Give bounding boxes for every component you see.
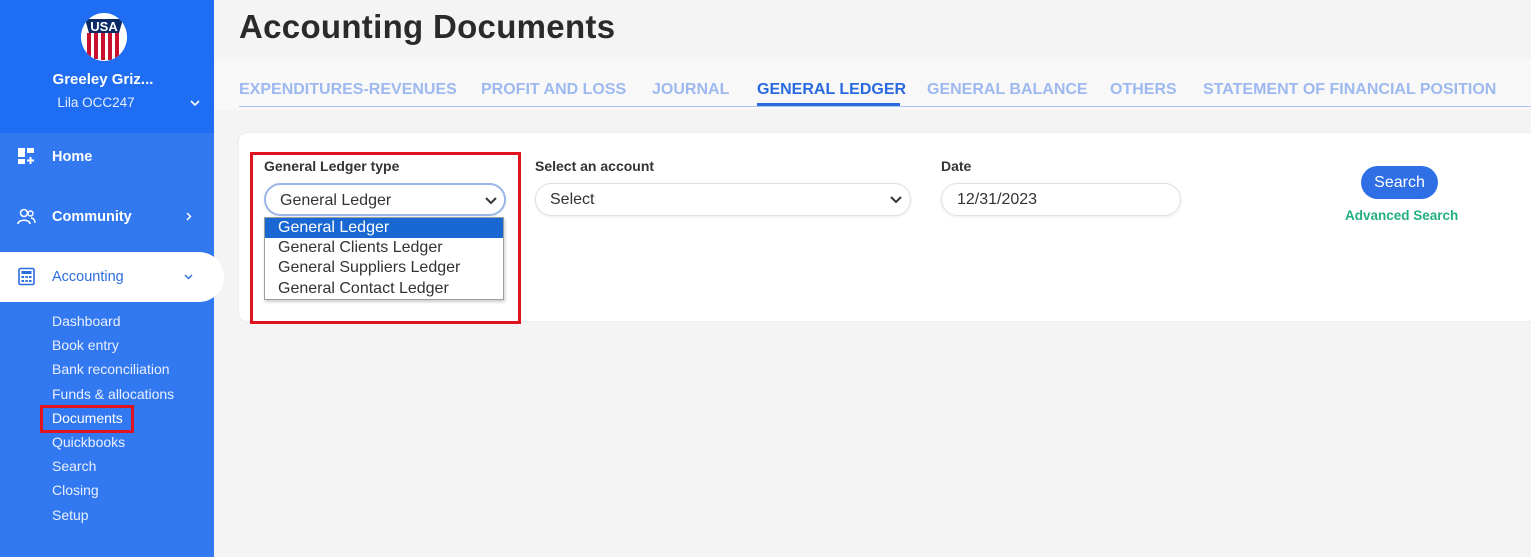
nav-label-accounting: Accounting — [52, 269, 124, 285]
account-label: Select an account — [535, 158, 655, 174]
nav-label-community: Community — [52, 209, 132, 225]
documents-highlight-box — [40, 405, 134, 433]
date-value: 12/31/2023 — [957, 191, 1038, 208]
chevron-right-icon — [186, 212, 192, 221]
tab-expenditures-revenues[interactable]: EXPENDITURES-REVENUES — [239, 81, 457, 99]
chevron-down-icon[interactable] — [189, 97, 201, 109]
chevron-down-icon — [184, 274, 193, 280]
calculator-icon — [18, 267, 35, 286]
sub-item-quickbooks[interactable]: Quickbooks — [52, 433, 125, 451]
tab-journal[interactable]: JOURNAL — [652, 81, 729, 99]
account-value: Select — [550, 191, 595, 208]
users-icon — [17, 208, 36, 225]
advanced-search-link[interactable]: Advanced Search — [1345, 208, 1458, 223]
date-label: Date — [941, 158, 972, 174]
ledger-type-highlight-box — [250, 152, 521, 324]
sidebar: USA Greeley Griz... Lila OCC247 Home Com… — [0, 0, 224, 557]
org-header: USA Greeley Griz... Lila OCC247 — [0, 0, 214, 133]
tab-profit-and-loss[interactable]: PROFIT AND LOSS — [481, 81, 626, 99]
tab-general-balance[interactable]: GENERAL BALANCE — [927, 81, 1088, 99]
org-logo: USA — [81, 13, 127, 61]
tab-others[interactable]: OTHERS — [1110, 81, 1177, 99]
tab-statement-of-financial-position[interactable]: STATEMENT OF FINANCIAL POSITION — [1203, 81, 1496, 99]
dashboard-add-icon — [18, 148, 34, 164]
sub-item-setup[interactable]: Setup — [52, 506, 89, 524]
search-button[interactable]: Search — [1361, 166, 1438, 199]
nav-item-home[interactable]: Home — [0, 132, 214, 182]
svg-text:USA: USA — [90, 19, 118, 34]
page-title: Accounting Documents — [239, 8, 616, 45]
date-input[interactable]: 12/31/2023 — [941, 183, 1181, 216]
active-tab-indicator — [757, 103, 900, 106]
org-user[interactable]: Lila OCC247 — [0, 95, 192, 110]
sub-item-closing[interactable]: Closing — [52, 481, 99, 499]
nav-item-accounting[interactable]: Accounting — [0, 252, 224, 302]
sub-item-funds-allocations[interactable]: Funds & allocations — [52, 385, 174, 403]
sub-item-bank-reconciliation[interactable]: Bank reconciliation — [52, 360, 170, 378]
sub-item-search[interactable]: Search — [52, 457, 96, 475]
nav-item-community[interactable]: Community — [0, 192, 214, 242]
org-name: Greeley Griz... — [52, 71, 154, 88]
sub-item-book-entry[interactable]: Book entry — [52, 336, 119, 354]
sub-item-dashboard[interactable]: Dashboard — [52, 312, 121, 330]
tab-general-ledger[interactable]: GENERAL LEDGER — [757, 81, 906, 99]
chevron-down-icon — [890, 196, 902, 204]
account-select[interactable]: Select — [535, 183, 911, 216]
nav-label-home: Home — [52, 149, 93, 165]
tab-bar-divider — [239, 106, 1531, 107]
